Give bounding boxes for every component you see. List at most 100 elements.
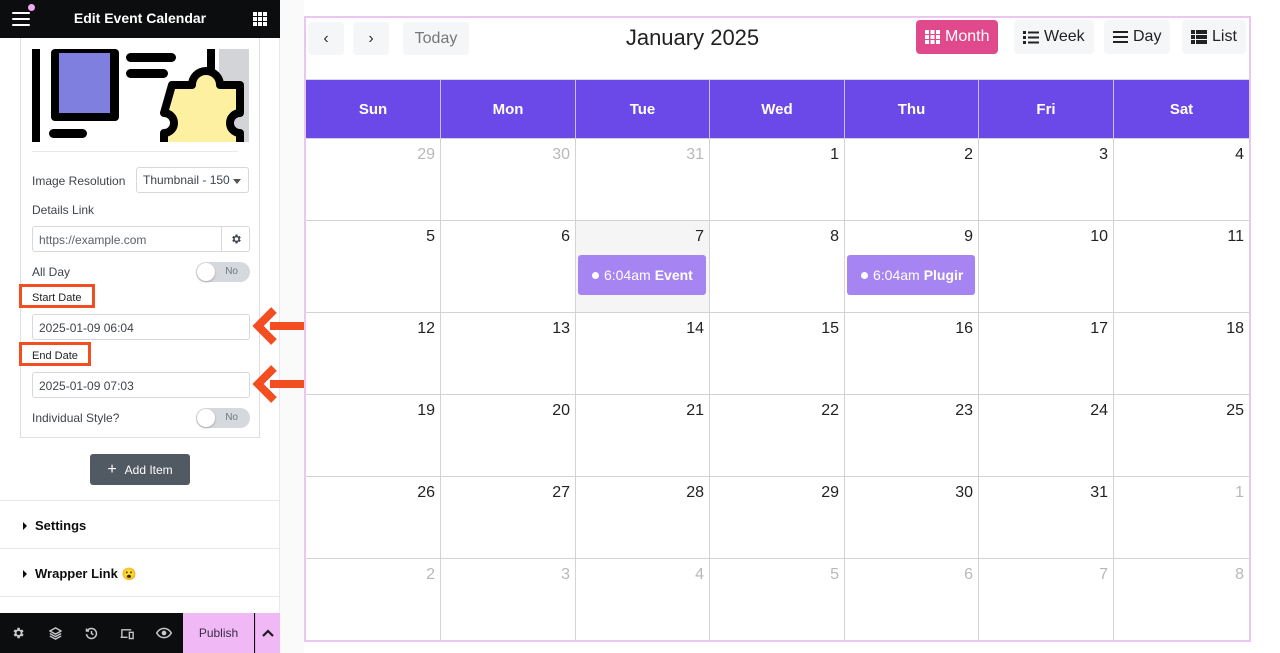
day-cell[interactable]: 12: [306, 313, 441, 394]
day-number[interactable]: 7: [695, 228, 704, 246]
day-cell[interactable]: 6: [441, 221, 576, 312]
view-month-button[interactable]: Month: [916, 20, 999, 54]
day-cell[interactable]: 16: [845, 313, 979, 394]
prev-month-button[interactable]: ‹: [308, 22, 344, 55]
day-cell[interactable]: 22: [710, 395, 845, 476]
day-cell[interactable]: 2: [845, 139, 979, 220]
day-number[interactable]: 31: [1090, 484, 1108, 502]
day-number[interactable]: 31: [686, 146, 704, 164]
day-cell[interactable]: 10: [979, 221, 1114, 312]
day-cell[interactable]: 23: [845, 395, 979, 476]
add-item-button[interactable]: + Add Item: [90, 454, 190, 485]
day-cell[interactable]: 26: [306, 477, 441, 558]
day-number[interactable]: 21: [686, 402, 704, 420]
day-number[interactable]: 29: [417, 146, 435, 164]
day-cell[interactable]: 9 6:04am Plugir: [845, 221, 979, 312]
widgets-grid-icon[interactable]: [253, 12, 267, 26]
day-number[interactable]: 6: [561, 228, 570, 246]
day-cell[interactable]: 28: [576, 477, 710, 558]
day-number[interactable]: 15: [821, 320, 839, 338]
day-number[interactable]: 3: [561, 566, 570, 584]
day-cell[interactable]: 4: [1114, 139, 1249, 220]
day-cell[interactable]: 29: [306, 139, 441, 220]
day-number[interactable]: 26: [417, 484, 435, 502]
layers-icon[interactable]: [47, 625, 63, 641]
history-icon[interactable]: [83, 625, 99, 641]
day-cell[interactable]: 5: [710, 559, 845, 640]
day-cell[interactable]: 13: [441, 313, 576, 394]
day-cell[interactable]: 1: [1114, 477, 1249, 558]
day-number[interactable]: 10: [1090, 228, 1108, 246]
day-number[interactable]: 2: [426, 566, 435, 584]
day-number[interactable]: 4: [1235, 146, 1244, 164]
publish-button[interactable]: Publish: [183, 613, 254, 653]
day-number[interactable]: 8: [830, 228, 839, 246]
day-cell[interactable]: 31: [979, 477, 1114, 558]
day-number[interactable]: 9: [964, 228, 973, 246]
all-day-toggle[interactable]: No: [196, 262, 250, 282]
day-cell[interactable]: 1: [710, 139, 845, 220]
day-cell[interactable]: 4: [576, 559, 710, 640]
day-number[interactable]: 1: [830, 146, 839, 164]
image-preview[interactable]: [32, 49, 249, 142]
view-week-button[interactable]: Week: [1014, 20, 1094, 54]
day-cell[interactable]: 30: [845, 477, 979, 558]
day-number[interactable]: 3: [1099, 146, 1108, 164]
individual-style-toggle[interactable]: No: [196, 408, 250, 428]
day-cell[interactable]: 5: [306, 221, 441, 312]
day-cell[interactable]: 15: [710, 313, 845, 394]
preview-eye-icon[interactable]: [156, 625, 172, 641]
section-wrapper-link[interactable]: Wrapper Link 😮: [0, 548, 280, 596]
day-cell[interactable]: 11: [1114, 221, 1249, 312]
day-cell[interactable]: 19: [306, 395, 441, 476]
day-number[interactable]: 5: [426, 228, 435, 246]
start-date-input[interactable]: 2025-01-09 06:04: [32, 314, 250, 340]
day-cell[interactable]: 25: [1114, 395, 1249, 476]
day-number[interactable]: 13: [552, 320, 570, 338]
day-number[interactable]: 28: [686, 484, 704, 502]
day-number[interactable]: 6: [964, 566, 973, 584]
calendar-event[interactable]: 6:04am Plugir: [847, 255, 975, 295]
details-link-input[interactable]: https://example.com: [32, 226, 222, 252]
day-number[interactable]: 16: [955, 320, 973, 338]
publish-options-button[interactable]: [255, 613, 280, 653]
day-number[interactable]: 7: [1099, 566, 1108, 584]
day-cell[interactable]: 3: [441, 559, 576, 640]
calendar-event[interactable]: 6:04am Event: [578, 255, 706, 295]
day-cell[interactable]: 7: [979, 559, 1114, 640]
day-number[interactable]: 2: [964, 146, 973, 164]
settings-icon[interactable]: [10, 625, 26, 641]
today-button[interactable]: Today: [403, 22, 469, 55]
day-cell[interactable]: 6: [845, 559, 979, 640]
day-number[interactable]: 30: [552, 146, 570, 164]
day-cell[interactable]: 8: [1114, 559, 1249, 640]
day-number[interactable]: 19: [417, 402, 435, 420]
link-options-button[interactable]: [221, 226, 250, 252]
day-cell[interactable]: 18: [1114, 313, 1249, 394]
day-cell[interactable]: 29: [710, 477, 845, 558]
day-number[interactable]: 1: [1235, 484, 1244, 502]
day-cell[interactable]: 2: [306, 559, 441, 640]
day-number[interactable]: 14: [686, 320, 704, 338]
day-number[interactable]: 20: [552, 402, 570, 420]
day-number[interactable]: 11: [1227, 228, 1244, 246]
day-cell[interactable]: 31: [576, 139, 710, 220]
image-resolution-select[interactable]: Thumbnail - 150: [136, 167, 249, 193]
day-cell[interactable]: 17: [979, 313, 1114, 394]
view-day-button[interactable]: Day: [1104, 20, 1171, 54]
day-number[interactable]: 5: [830, 566, 839, 584]
day-cell[interactable]: 24: [979, 395, 1114, 476]
day-number[interactable]: 30: [955, 484, 973, 502]
day-number[interactable]: 8: [1235, 566, 1244, 584]
day-cell[interactable]: 30: [441, 139, 576, 220]
day-number[interactable]: 18: [1226, 320, 1244, 338]
day-number[interactable]: 25: [1226, 402, 1244, 420]
day-number[interactable]: 22: [821, 402, 839, 420]
responsive-icon[interactable]: [119, 625, 135, 641]
day-cell[interactable]: 14: [576, 313, 710, 394]
end-date-input[interactable]: 2025-01-09 07:03: [32, 372, 250, 398]
day-cell[interactable]: 20: [441, 395, 576, 476]
next-month-button[interactable]: ›: [353, 22, 389, 55]
day-cell[interactable]: 8: [710, 221, 845, 312]
day-number[interactable]: 24: [1090, 402, 1108, 420]
